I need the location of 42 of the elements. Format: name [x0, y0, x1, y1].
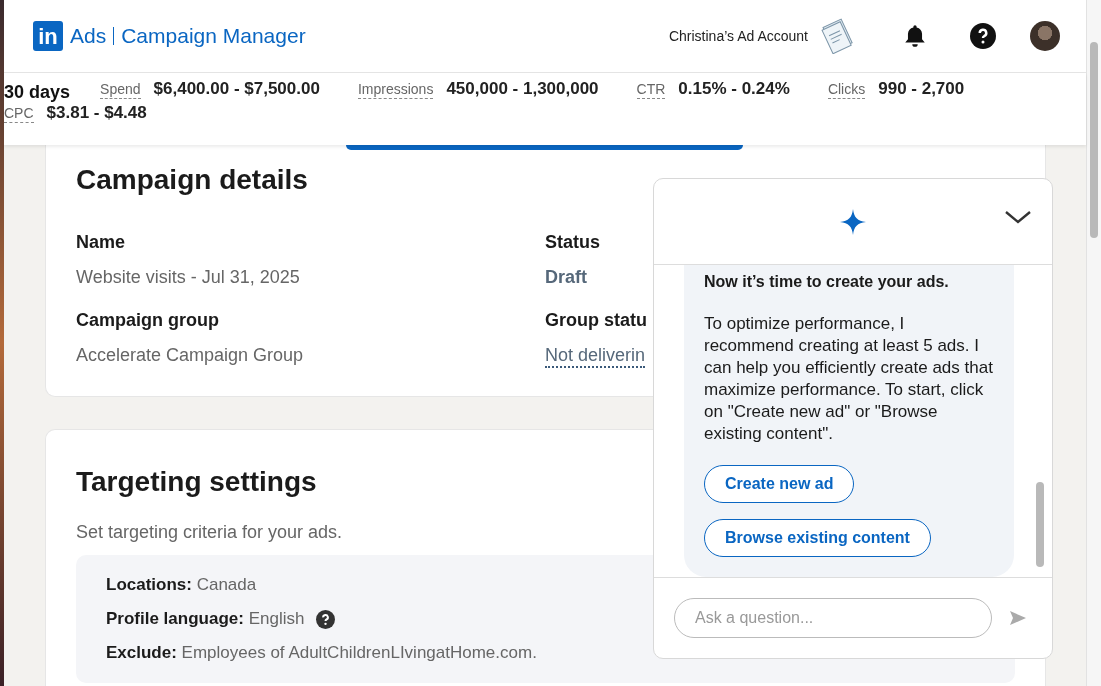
scrollbar-thumb[interactable] [1036, 482, 1044, 567]
metric-value: 450,000 - 1,300,000 [446, 79, 599, 99]
metric-label[interactable]: Impressions [357, 81, 434, 99]
metric-label[interactable]: CPC [4, 105, 34, 123]
action-button[interactable]: Browse existing content [704, 519, 931, 557]
metric-label[interactable]: CTR [636, 81, 666, 99]
metric-value: 0.15% - 0.24% [678, 79, 790, 99]
question-input[interactable]: Ask a question... [674, 598, 992, 638]
field-label: Campaign group [76, 310, 219, 331]
section-subtitle: Set targeting criteria for your ads. [76, 522, 343, 543]
field-label: Name [76, 232, 126, 253]
metric-value: $6,400.00 - $7,500.00 [153, 79, 320, 99]
chevron-down-icon[interactable] [1004, 209, 1032, 225]
help-icon[interactable] [316, 609, 336, 629]
sparkle-icon [840, 208, 866, 235]
app-name: Campaign Manager [121, 24, 306, 48]
metric-value: $3.81 - $4.48 [46, 103, 147, 123]
help-icon[interactable] [970, 23, 996, 49]
metric-label[interactable]: Clicks [827, 81, 866, 99]
criteria-text: Locations: Canada [106, 575, 257, 595]
criteria-text: Profile language: English [106, 609, 305, 629]
section-title: Targeting settings [76, 466, 317, 498]
product-name: Ads [70, 24, 107, 48]
metric-label[interactable]: Spend [100, 81, 141, 99]
field-value: Draft [545, 267, 587, 288]
action-button[interactable]: Create new ad [704, 465, 855, 503]
bell-icon[interactable] [902, 23, 928, 49]
period-label: 30 days [4, 82, 71, 103]
message-heading: Now it’s time to create your ads. [704, 273, 950, 291]
scrollbar-thumb[interactable] [1090, 42, 1098, 238]
metric-value: 990 - 2,700 [878, 79, 965, 99]
section-title: Campaign details [76, 164, 308, 196]
status-link[interactable]: Not deliverin [545, 345, 646, 368]
field-value: Accelerate Campaign Group [76, 345, 304, 366]
profile-avatar[interactable] [1030, 21, 1060, 51]
field-value: Website visits - Jul 31, 2025 [76, 267, 300, 288]
account-name[interactable]: Christina’s Ad Account [668, 28, 808, 44]
message-text: To optimize performance, I recommend creating at least 5 ads. I can help you efficiently create ads that maximize performance. To start, click on "Create new ad" or "Browse existing content". [704, 313, 994, 445]
field-label: Group statu [545, 310, 647, 331]
field-label: Status [545, 232, 600, 253]
criteria-text: Exclude: Employees of AdultChildrenLIvingatHome.com. [106, 643, 537, 663]
linkedin-logo[interactable]: in [33, 21, 63, 51]
